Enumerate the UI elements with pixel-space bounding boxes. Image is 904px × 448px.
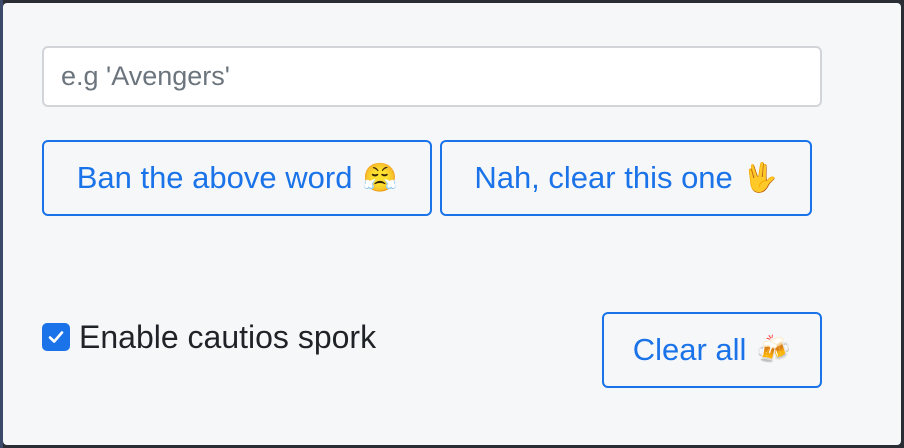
clear-word-button[interactable]: Nah, clear this one 🖖: [440, 140, 812, 216]
clear-word-button-label: Nah, clear this one: [474, 160, 733, 195]
checkmark-icon: [48, 331, 64, 343]
vulcan-salute-icon: 🖖: [742, 162, 778, 193]
extension-popup: Ban the above word 😤 Nah, clear this one…: [3, 3, 901, 445]
cautious-spork-option: Enable cautios spork: [42, 317, 376, 357]
clear-all-button[interactable]: Clear all 🍻: [602, 312, 822, 388]
word-input[interactable]: [42, 46, 822, 107]
face-with-steam-icon: 😤: [362, 162, 398, 193]
ban-word-button[interactable]: Ban the above word 😤: [42, 140, 432, 216]
cautious-spork-checkbox[interactable]: [42, 323, 70, 351]
cautious-spork-label: Enable cautios spork: [79, 318, 377, 355]
ban-word-button-label: Ban the above word: [76, 160, 353, 195]
clinking-beer-mugs-icon: 🍻: [756, 334, 792, 365]
clear-all-button-label: Clear all: [632, 332, 747, 367]
